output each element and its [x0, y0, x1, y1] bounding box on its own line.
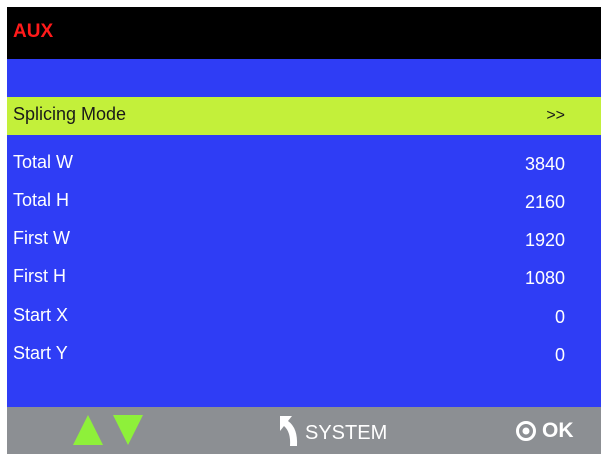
page-title: AUX [13, 21, 54, 42]
menu-item-label: Total H [13, 190, 70, 210]
title-bar: AUX [7, 7, 601, 59]
menu-item-label: Total W [13, 152, 74, 172]
menu-item-value: 1080 [524, 268, 565, 288]
menu-item-total-h[interactable]: Total H 2160 [7, 183, 601, 221]
bottom-bar: SYSTEM OK [7, 407, 601, 454]
menu-item-total-w[interactable]: Total W 3840 [7, 145, 601, 183]
menu-item-splicing-mode[interactable]: Splicing Mode >> [7, 97, 601, 135]
return-arrow-icon [280, 416, 298, 446]
menu-item-first-h[interactable]: First H 1080 [7, 259, 601, 297]
menu-item-first-w[interactable]: First W 1920 [7, 221, 601, 259]
menu-item-label: Splicing Mode [13, 104, 127, 124]
menu-item-label: Start X [13, 305, 69, 325]
ring-icon [516, 421, 536, 441]
submenu-indicator: >> [546, 107, 565, 124]
menu-item-label: Start Y [13, 343, 68, 363]
menu-item-value: 0 [554, 307, 565, 327]
menu-item-value: 0 [554, 345, 565, 365]
menu-item-start-x[interactable]: Start X 0 [7, 298, 601, 336]
menu-item-value: 3840 [524, 154, 565, 174]
arrow-up-icon[interactable] [73, 415, 103, 445]
menu-item-value: 1920 [524, 230, 565, 250]
system-back-button[interactable]: SYSTEM [277, 413, 387, 449]
aux-menu-screen: AUX Splicing Mode >> Total W 3840 Total … [7, 7, 601, 454]
menu-item-start-y[interactable]: Start Y 0 [7, 336, 601, 374]
arrow-down-icon[interactable] [113, 415, 143, 445]
menu-item-label: First W [13, 228, 70, 248]
menu-item-label: First H [13, 266, 66, 286]
ok-button[interactable]: OK [515, 414, 574, 448]
menu-item-value: 2160 [524, 192, 565, 212]
back-button-label: SYSTEM [305, 421, 388, 444]
ok-button-label: OK [542, 419, 574, 442]
